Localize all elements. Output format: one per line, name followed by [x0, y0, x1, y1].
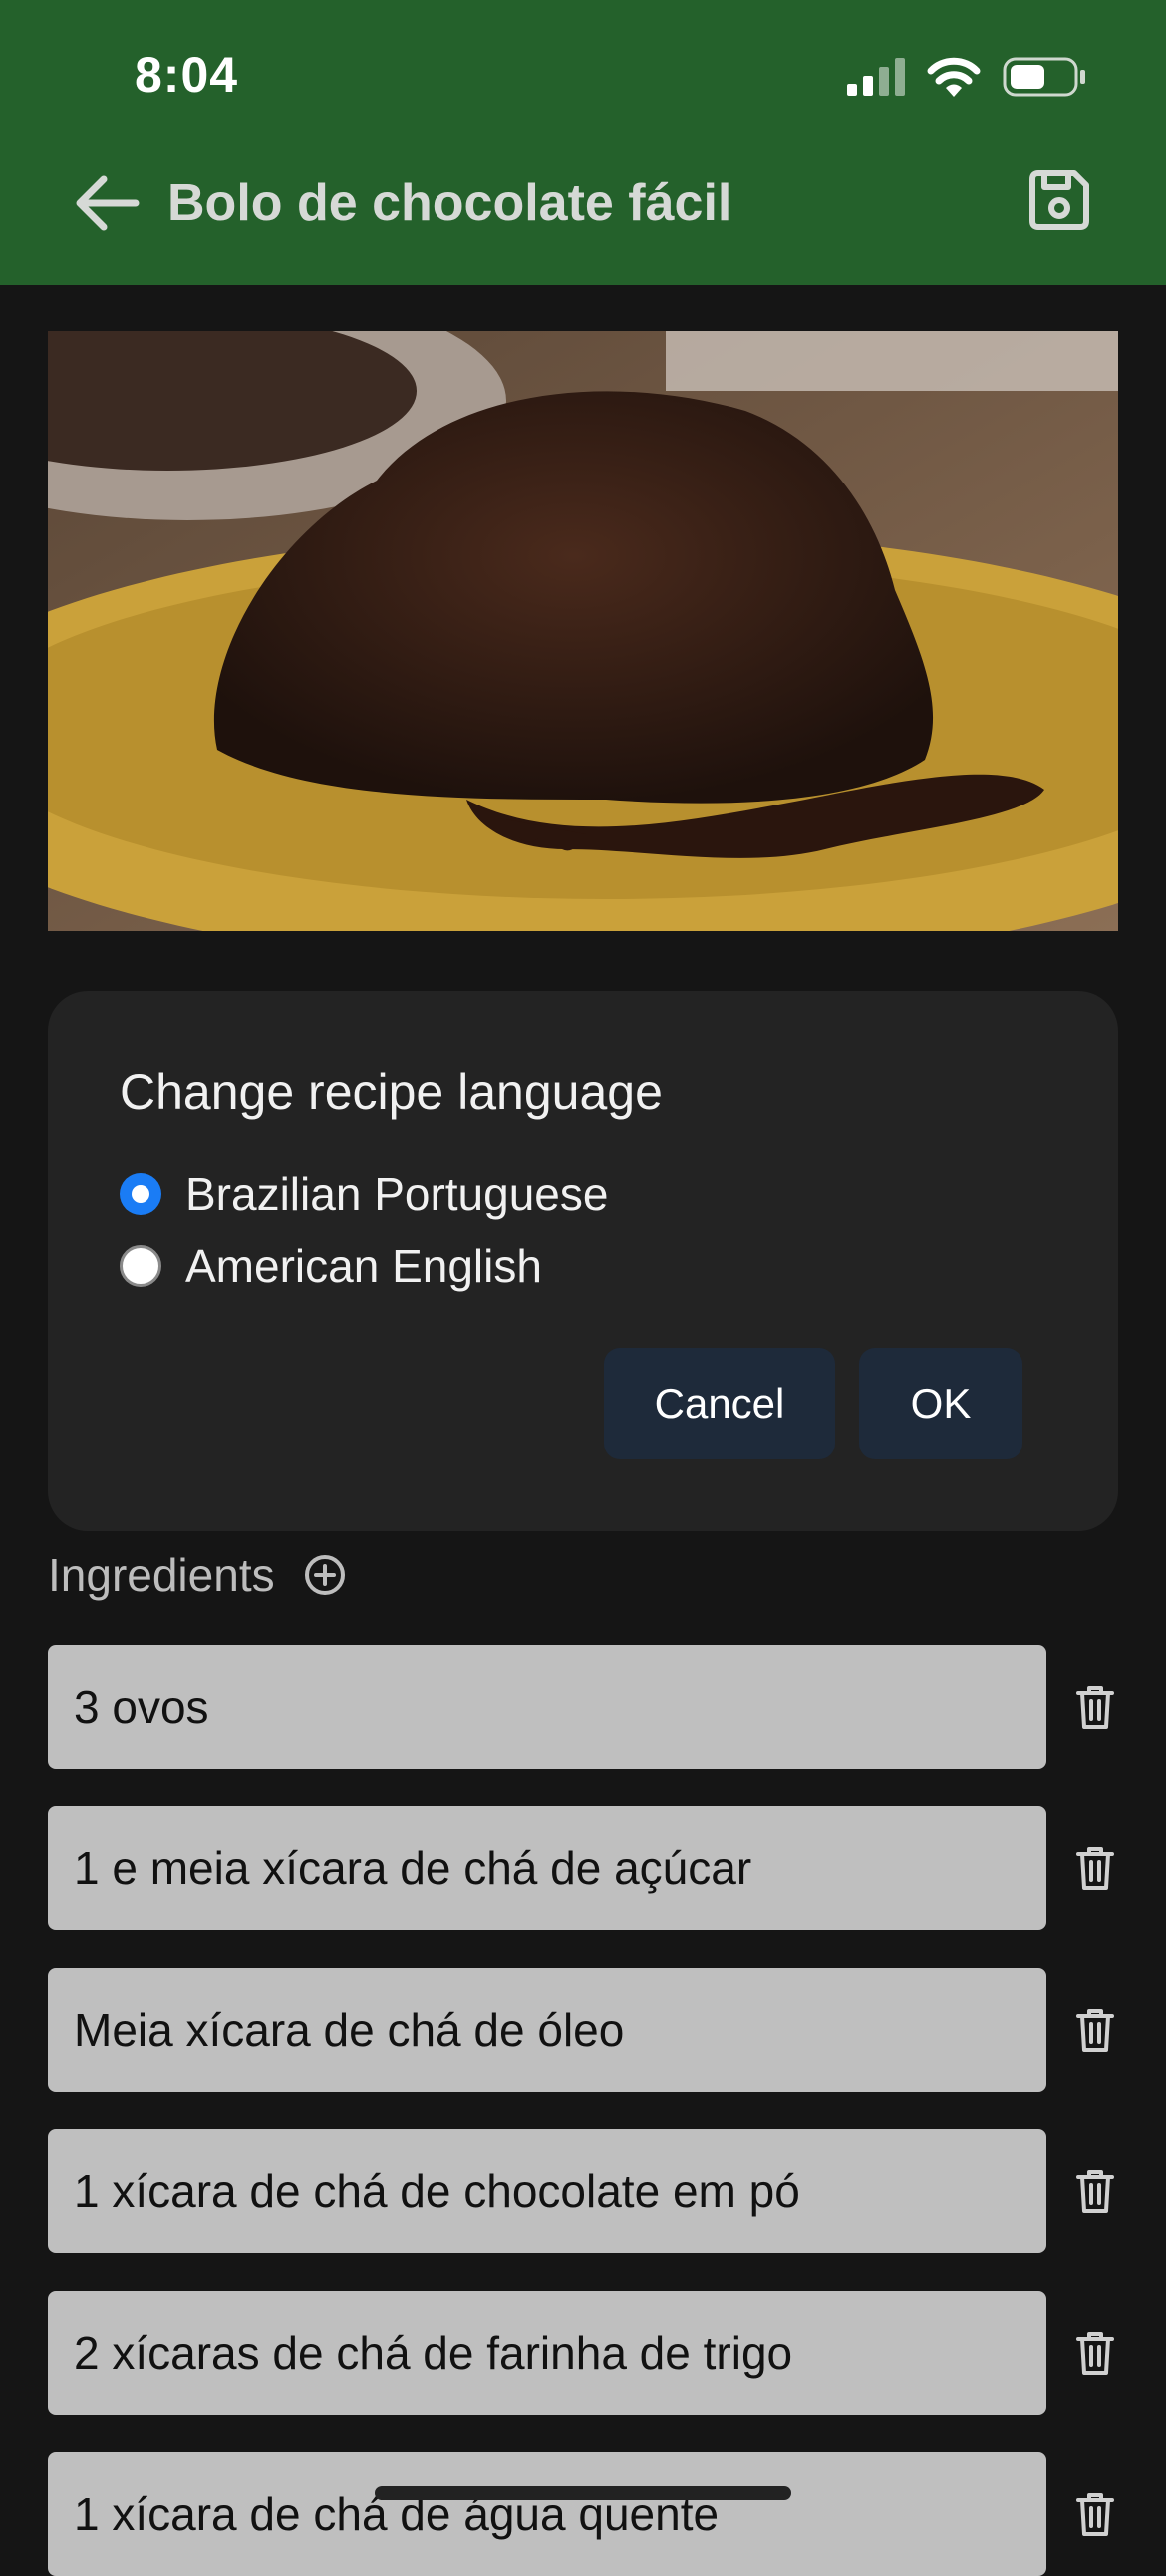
radio-unselected[interactable]: [120, 1245, 161, 1287]
status-time: 8:04: [135, 47, 239, 103]
ingredient-field[interactable]: 1 xícara de chá de chocolate em pó: [48, 2129, 1046, 2253]
trash-icon[interactable]: [1074, 2006, 1116, 2054]
ingredient-field[interactable]: Meia xícara de chá de óleo: [48, 1968, 1046, 2092]
trash-icon[interactable]: [1074, 1683, 1116, 1731]
ingredient-field[interactable]: 2 xícaras de chá de farinha de trigo: [48, 2291, 1046, 2415]
radio-selected[interactable]: [120, 1173, 161, 1215]
back-arrow-icon[interactable]: [72, 171, 142, 235]
ok-button[interactable]: OK: [859, 1348, 1022, 1459]
ingredient-text: 2 xícaras de chá de farinha de trigo: [74, 2327, 793, 2379]
battery-icon: [1003, 57, 1085, 97]
page-title: Bolo de chocolate fácil: [167, 174, 732, 232]
signal-icon: [847, 58, 905, 96]
ingredient-field[interactable]: 3 ovos: [48, 1645, 1046, 1769]
cancel-button[interactable]: Cancel: [604, 1348, 835, 1459]
trash-icon[interactable]: [1074, 2167, 1116, 2215]
app-header: 8:04 Bolo de chocolate fácil: [0, 0, 1166, 285]
ingredient-text: 1 e meia xícara de chá de açúcar: [74, 1842, 752, 1894]
trash-icon[interactable]: [1074, 2490, 1116, 2538]
option-label: American English: [185, 1240, 542, 1292]
ingredient-field[interactable]: 1 e meia xícara de chá de açúcar: [48, 1806, 1046, 1930]
wifi-icon: [927, 57, 981, 97]
add-circle-icon[interactable]: [303, 1553, 347, 1597]
recipe-image: [48, 331, 1118, 931]
ingredient-text: 3 ovos: [74, 1681, 209, 1733]
ingredient-text: Meia xícara de chá de óleo: [74, 2004, 625, 2056]
ingredients-header: Ingredients: [48, 1543, 347, 1607]
option-label: Brazilian Portuguese: [185, 1168, 609, 1220]
dialog-title: Change recipe language: [120, 1064, 663, 1120]
ingredients-heading: Ingredients: [48, 1549, 275, 1601]
change-language-dialog: Change recipe language Brazilian Portugu…: [48, 991, 1118, 1531]
ingredient-field[interactable]: 1 xícara de chá de água quente: [48, 2452, 1046, 2576]
option-brazilian-portuguese[interactable]: Brazilian Portuguese: [120, 1164, 608, 1224]
trash-icon[interactable]: [1074, 2329, 1116, 2377]
status-icons: [847, 52, 1086, 102]
save-icon[interactable]: [1024, 165, 1094, 235]
ingredient-text: 1 xícara de chá de água quente: [74, 2488, 720, 2540]
ingredient-text: 1 xícara de chá de chocolate em pó: [74, 2165, 800, 2217]
option-american-english[interactable]: American English: [120, 1236, 542, 1296]
home-indicator[interactable]: [375, 2486, 791, 2500]
trash-icon[interactable]: [1074, 1844, 1116, 1892]
